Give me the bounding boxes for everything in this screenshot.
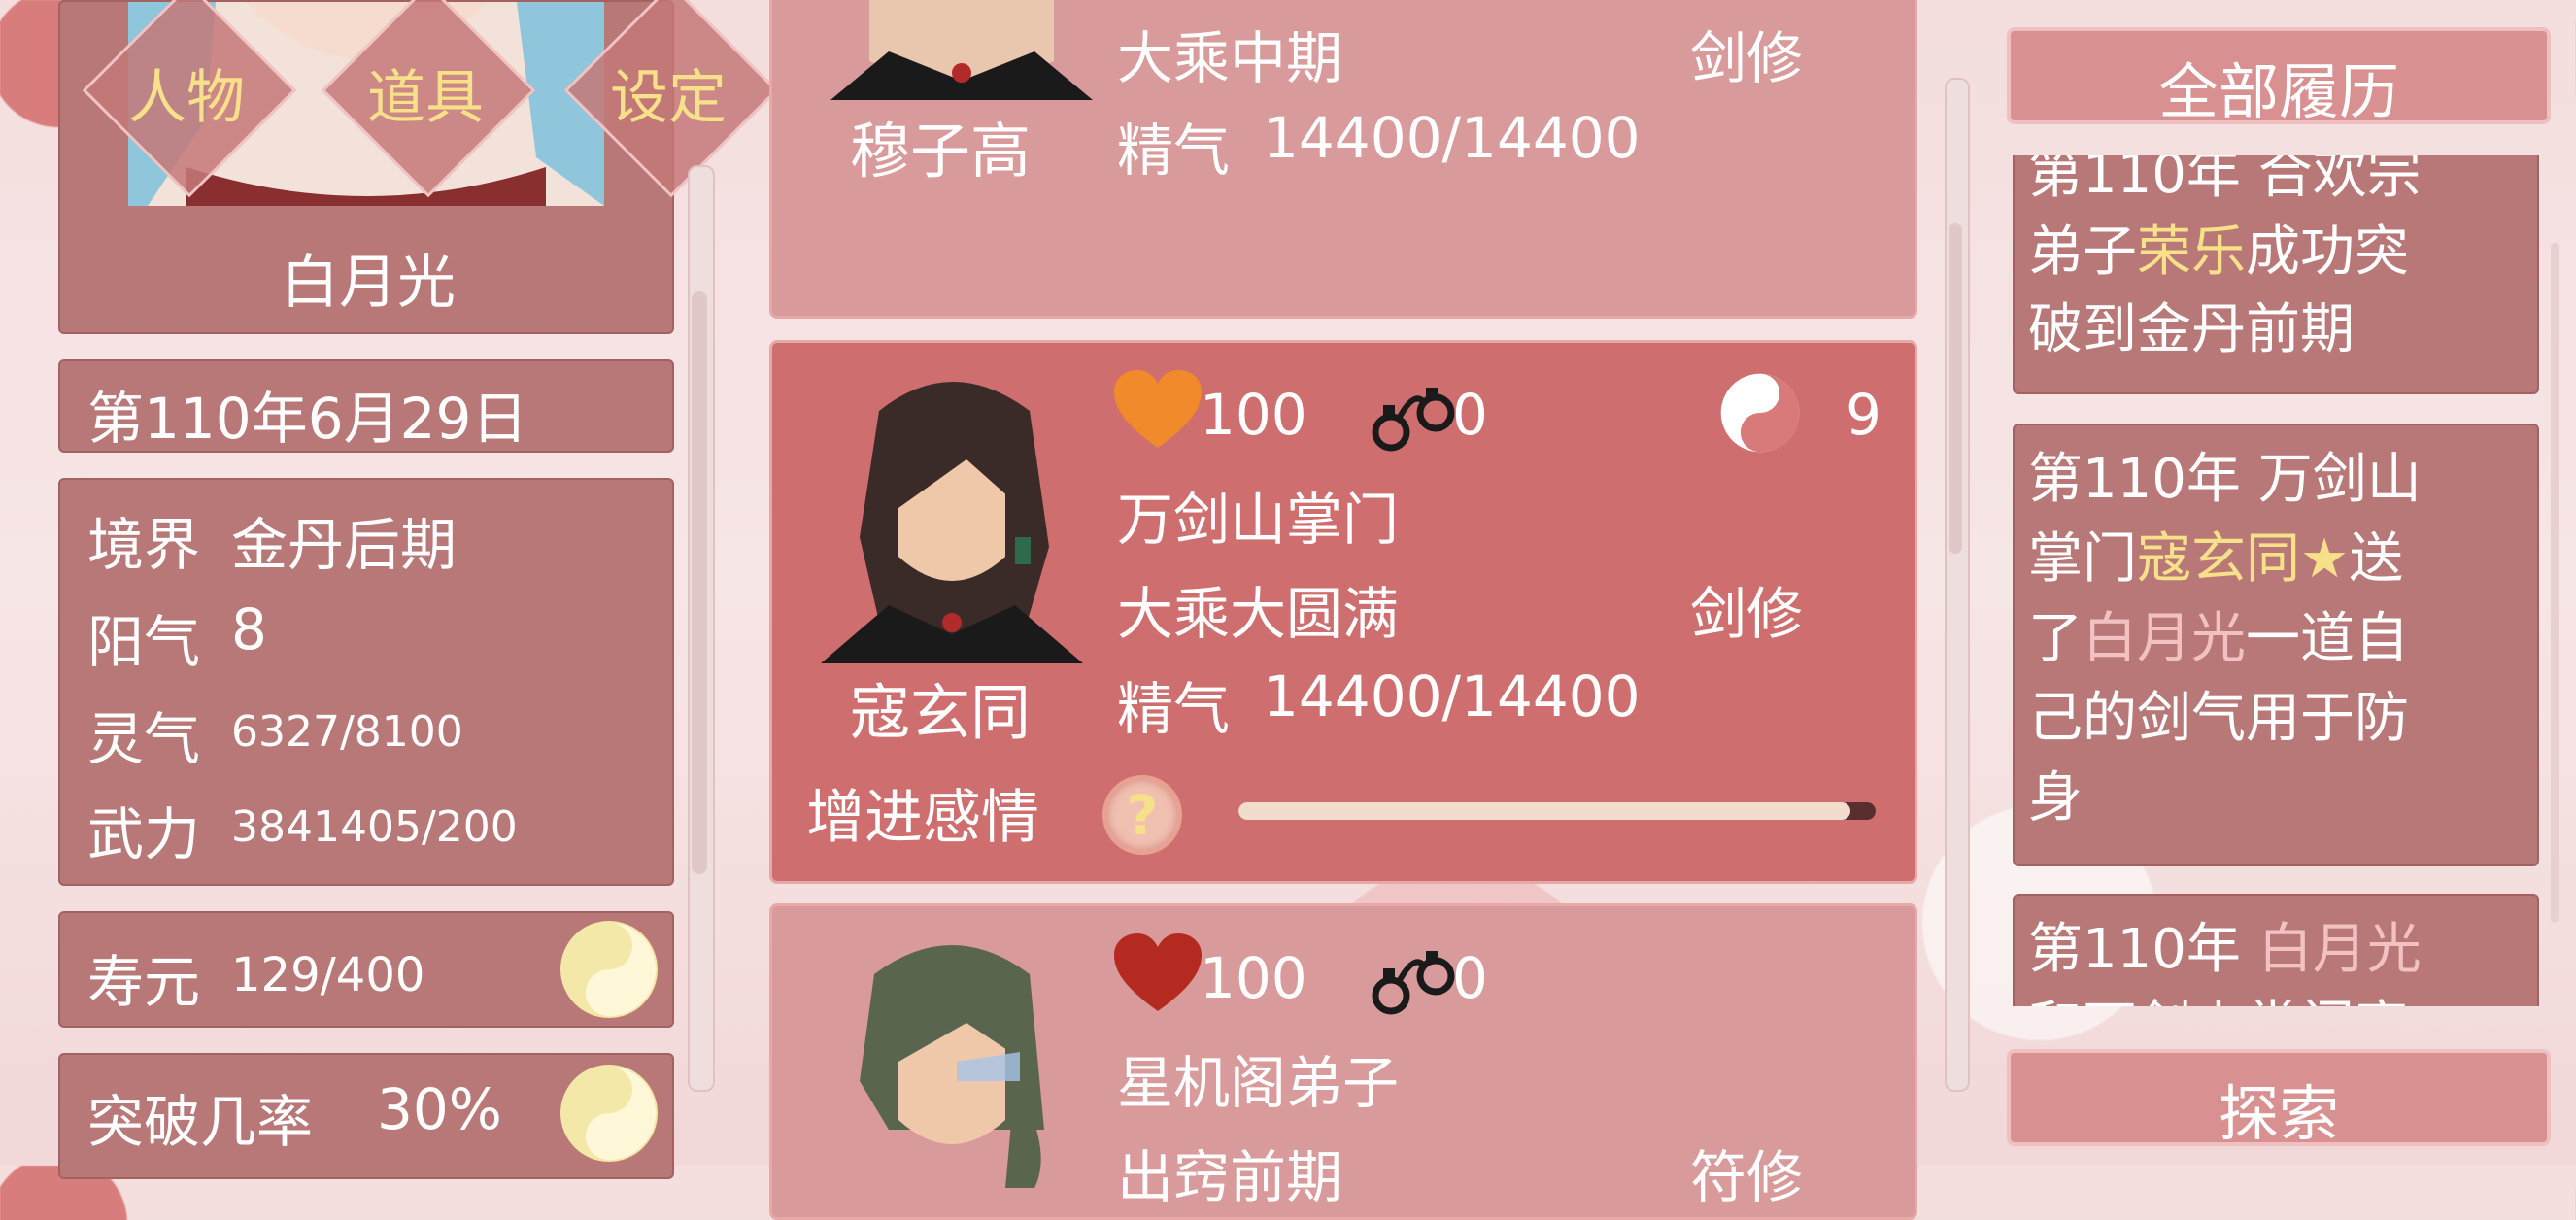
breakthrough-label: 突破几率 — [87, 1089, 314, 1155]
character-card[interactable]: 穆子高 大乘中期 剑修 精气 14400/14400 — [769, 0, 1917, 319]
menu-settings-label: 设定 — [610, 64, 727, 132]
increase-affection-button[interactable]: 增进感情 — [806, 770, 1039, 855]
character-name: 寇玄同 — [850, 677, 1032, 748]
explore-label: 探索 — [2218, 1078, 2339, 1149]
power-value: 3841405/200 — [231, 802, 518, 852]
character-card-selected[interactable]: 寇玄同 100 0 9 万剑山掌门 大乘大圆满 剑修 精气 14400/1440… — [769, 340, 1917, 884]
history-divider-thumb[interactable] — [1949, 223, 1962, 554]
character-class: 符修 — [1690, 1144, 1804, 1210]
history-entry: 第110年 白月光 和万剑山掌门寇 — [2013, 894, 2539, 1006]
date-panel: 第110年6月29日 — [58, 359, 674, 453]
character-realm: 大乘中期 — [1117, 25, 1343, 91]
character-portrait — [830, 0, 1093, 100]
history-scrollbar[interactable] — [2551, 243, 2559, 923]
character-name: 穆子高 — [850, 116, 1032, 186]
bond-value: 0 — [1452, 945, 1488, 1011]
breakthrough-panel: 突破几率 30% — [58, 1053, 674, 1179]
bond-value: 0 — [1452, 382, 1488, 448]
character-title: 星机阁弟子 — [1117, 1050, 1400, 1116]
realm-value: 金丹后期 — [231, 512, 458, 578]
explore-button[interactable]: 探索 — [2007, 1049, 2551, 1149]
handcuffs-icon — [1372, 951, 1455, 1015]
history-entry-line: 弟子荣乐成功突 — [2028, 220, 2409, 284]
stats-panel: 境界 金丹后期 阳气 8 灵气 6327/8100 武力 3841405/200 — [58, 478, 674, 886]
all-history-label: 全部履历 — [2157, 56, 2399, 127]
history-entry-line: 破到金丹前期 — [2028, 298, 2355, 361]
handcuffs-icon — [1372, 388, 1455, 452]
history-entry-line: 第110年 万剑山 — [2028, 448, 2422, 511]
essence-label: 精气 — [1117, 118, 1231, 184]
character-class: 剑修 — [1690, 25, 1804, 91]
character-card[interactable]: 100 0 星机阁弟子 出窍前期 符修 — [769, 903, 1917, 1220]
character-portrait — [821, 382, 1083, 663]
history-entry-line: 了白月光一道自 — [2028, 607, 2409, 670]
history-entry-line: 第110年 合欢宗 — [2028, 155, 2422, 206]
character-realm: 大乘大圆满 — [1117, 581, 1400, 647]
yin-yang-icon[interactable] — [560, 1065, 658, 1162]
yin-yang-icon[interactable] — [560, 921, 658, 1018]
history-entry-line: 身 — [2028, 766, 2083, 830]
yin-yang-icon — [1720, 373, 1800, 453]
power-label: 武力 — [87, 801, 201, 867]
heart-icon — [1114, 933, 1202, 1011]
essence-label: 精气 — [1117, 676, 1231, 742]
spirit-value: 6327/8100 — [231, 707, 463, 757]
character-title: 万剑山掌门 — [1117, 487, 1400, 553]
history-entry-line: 和万剑山掌门寇 — [2028, 983, 2409, 1006]
yang-label: 阳气 — [87, 609, 201, 675]
spirit-label: 灵气 — [87, 706, 201, 772]
history-entry-line: 掌门寇玄同★送 — [2028, 527, 2404, 591]
history-list[interactable]: 第110年 合欢宗 弟子荣乐成功突 破到金丹前期 第110年 万剑山 掌门寇玄同… — [2011, 155, 2555, 1006]
date-text: 第110年6月29日 — [87, 386, 528, 452]
history-entry-line: 己的剑气用于防 — [2028, 687, 2409, 750]
affection-progress-bar — [1238, 802, 1876, 820]
menu-items-label: 道具 — [367, 64, 484, 132]
history-entry: 第110年 合欢宗 弟子荣乐成功突 破到金丹前期 — [2013, 155, 2539, 394]
player-name: 白月光 — [281, 249, 456, 317]
all-history-button[interactable]: 全部履历 — [2007, 27, 2551, 127]
character-class: 剑修 — [1690, 581, 1804, 647]
realm-label: 境界 — [87, 512, 201, 578]
essence-value: 14400/14400 — [1263, 105, 1641, 171]
history-entry: 第110年 万剑山 掌门寇玄同★送 了白月光一道自 己的剑气用于防 身 — [2013, 424, 2539, 866]
help-icon[interactable]: ? — [1102, 775, 1182, 855]
character-portrait — [860, 945, 1044, 1188]
character-realm: 出窍前期 — [1117, 1144, 1343, 1210]
history-entry-line: 第110年 白月光 — [2028, 918, 2422, 981]
affection-value: 100 — [1200, 945, 1307, 1011]
yinyang-value: 9 — [1846, 382, 1881, 448]
essence-value: 14400/14400 — [1263, 663, 1641, 729]
lifespan-value: 129/400 — [231, 948, 425, 1002]
heart-icon — [1114, 370, 1202, 448]
lifespan-panel: 寿元 129/400 — [58, 911, 674, 1028]
affection-progress-fill — [1238, 802, 1850, 820]
character-list-scroll-thumb[interactable] — [692, 291, 707, 874]
affection-value: 100 — [1200, 382, 1307, 448]
breakthrough-value: 30% — [377, 1076, 502, 1142]
yang-value: 8 — [231, 596, 267, 662]
lifespan-label: 寿元 — [87, 949, 201, 1015]
menu-character-label: 人物 — [128, 64, 245, 132]
